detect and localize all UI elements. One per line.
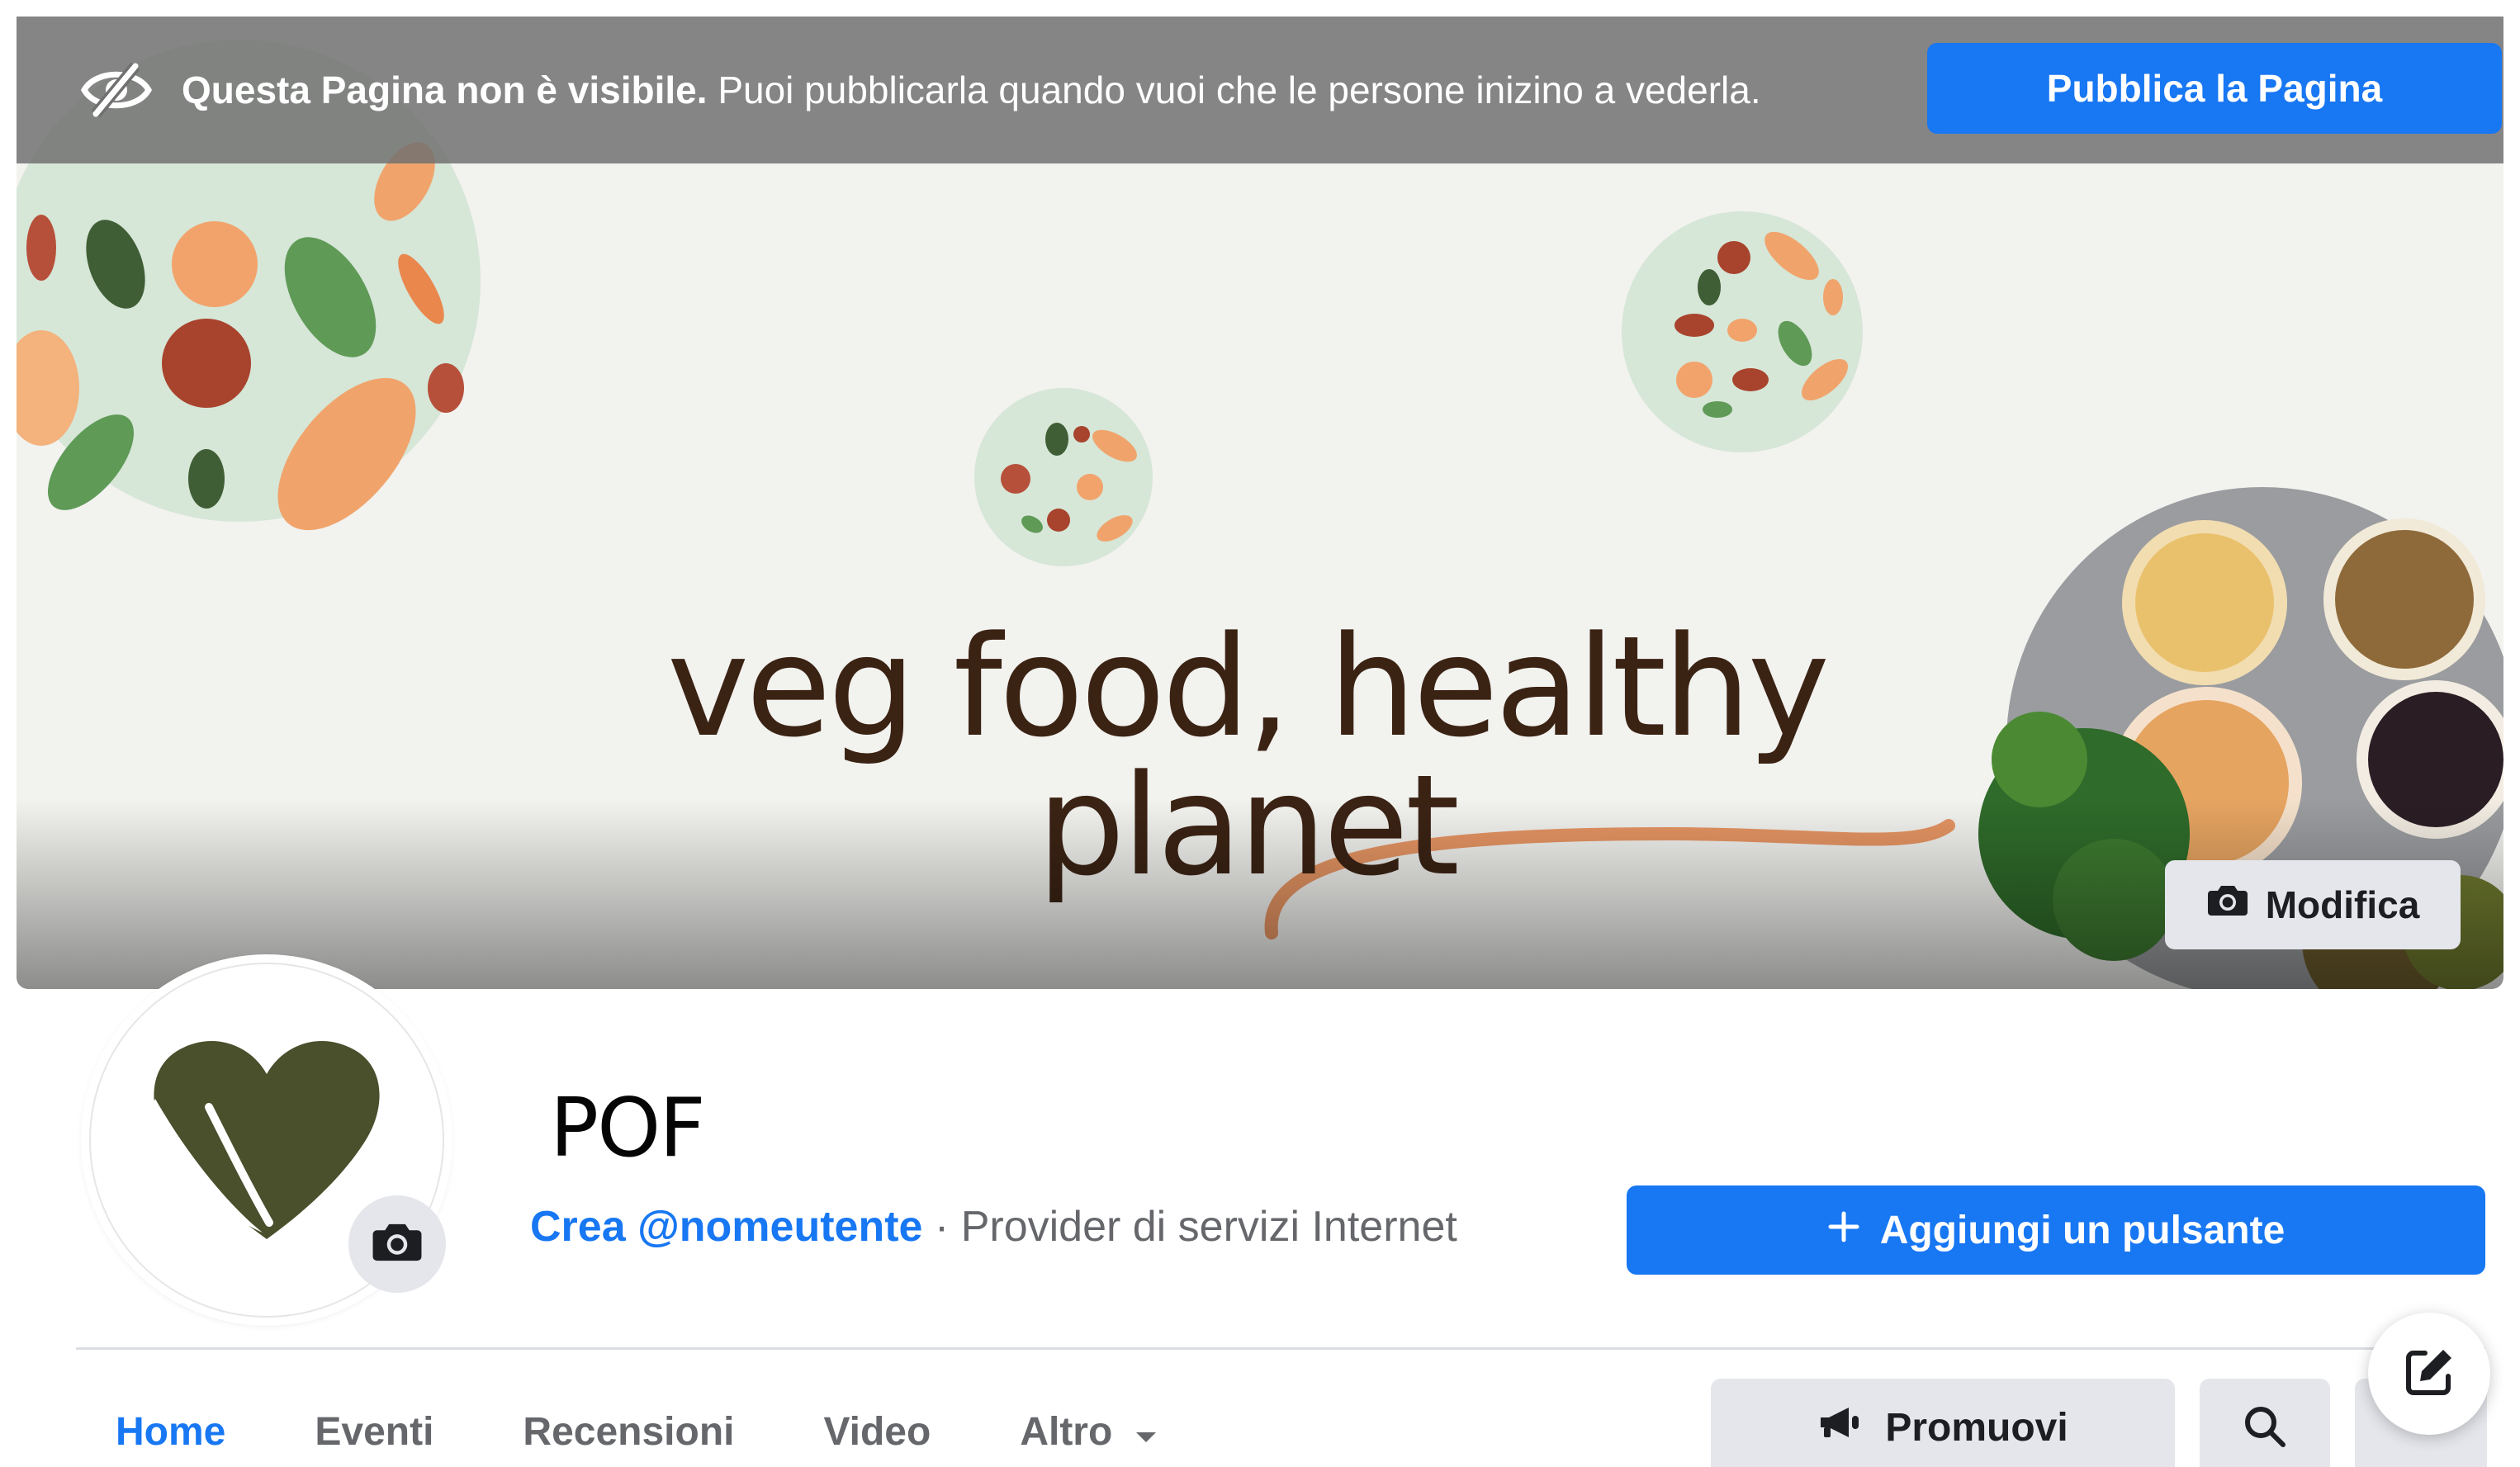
tab-altro-label: Altro [1020,1410,1113,1454]
edit-cover-button[interactable]: Modifica [2165,860,2461,949]
plus-icon [1827,1208,1860,1253]
meta-separator: · [922,1203,961,1251]
page-title: POF [550,1081,706,1176]
tab-eventi[interactable]: Eventi [315,1387,433,1467]
publish-page-button[interactable]: Pubblica la Pagina [1927,43,2502,134]
tab-home[interactable]: Home [116,1387,225,1467]
eye-slash-icon [80,61,153,119]
page-category: Provider di servizi Internet [960,1203,1457,1251]
add-button-label: Aggiungi un pulsante [1879,1208,2286,1252]
tab-recensioni[interactable]: Recensioni [523,1387,734,1467]
search-button[interactable] [2200,1379,2330,1467]
megaphone-icon [1817,1404,1864,1450]
tab-altro[interactable]: Altro [1020,1387,1158,1467]
tab-video[interactable]: Video [823,1387,931,1467]
promote-button[interactable]: Promuovi [1711,1379,2175,1467]
caret-down-icon [1134,1387,1158,1467]
camera-icon [371,1220,424,1269]
compose-button[interactable] [2368,1313,2490,1435]
banner-title: Questa Pagina non è visibile. [182,69,708,111]
add-button-button[interactable]: Aggiungi un pulsante [1627,1185,2485,1275]
page-tabs: Home Eventi Recensioni Video Altro [116,1387,1248,1467]
banner-body: Puoi pubblicarla quando vuoi che le pers… [718,69,1761,111]
create-username-link[interactable]: Crea @nomeutente [530,1203,922,1251]
page-meta: Crea @nomeutente · Provider di servizi I… [530,1202,1457,1252]
banner-message: Questa Pagina non è visibile. Puoi pubbl… [182,17,1761,163]
unpublished-banner: Questa Pagina non è visibile. Puoi pubbl… [17,17,2503,163]
page-frame: veg food, healthy planet Modifica Questa… [17,17,2503,1467]
search-icon [2242,1403,2288,1452]
avatar-camera-button[interactable] [348,1195,446,1293]
camera-icon [2206,883,2249,928]
edit-cover-label: Modifica [2265,883,2420,926]
cover-slogan: veg food, healthy planet [666,606,1830,906]
compose-icon [2402,1345,2456,1403]
promote-label: Promuovi [1885,1405,2068,1450]
divider [76,1347,2485,1350]
